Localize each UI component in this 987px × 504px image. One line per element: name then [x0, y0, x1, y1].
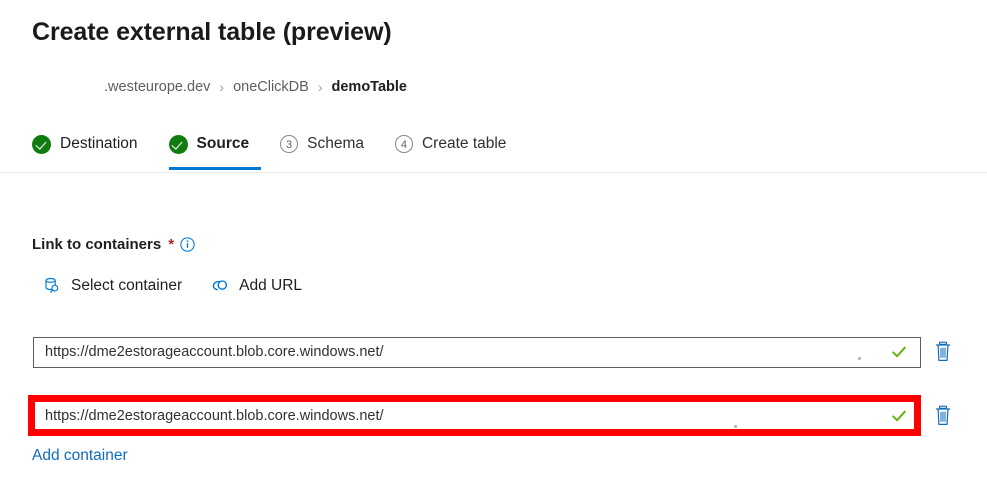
select-container-button[interactable]: Select container: [42, 276, 182, 296]
header-divider: [0, 172, 987, 173]
step-destination[interactable]: Destination: [32, 128, 150, 160]
check-circle-icon: [32, 134, 51, 154]
step-number-icon: 4: [394, 135, 413, 153]
container-url-field-wrapper[interactable]: [33, 336, 921, 368]
step-create-table-label: Create table: [421, 135, 507, 152]
container-url-input[interactable]: [34, 401, 891, 431]
select-container-icon: [42, 276, 62, 296]
redaction-mark: [858, 356, 861, 360]
step-schema[interactable]: 3 Schema: [280, 128, 376, 160]
breadcrumb-separator-icon: ›: [317, 79, 323, 95]
container-url-input[interactable]: [34, 337, 891, 367]
container-row: [0, 400, 987, 432]
select-container-label: Select container: [71, 277, 183, 294]
required-marker: *: [168, 236, 175, 253]
info-icon[interactable]: [180, 237, 195, 252]
step-source[interactable]: Source: [168, 128, 262, 170]
checkmark-icon: [891, 408, 907, 424]
link-icon: [210, 276, 230, 296]
link-to-containers-label: Link to containers: [32, 236, 162, 253]
step-create-table[interactable]: 4 Create table: [394, 128, 518, 160]
link-to-containers-label-row: Link to containers *: [32, 236, 195, 253]
breadcrumb: .westeurope.dev › oneClickDB › demoTable: [104, 79, 407, 95]
wizard-stepper: Destination Source 3 Schema 4 Create tab…: [32, 128, 518, 172]
checkmark-icon: [891, 344, 907, 360]
step-schema-label: Schema: [307, 135, 364, 152]
delete-container-button[interactable]: [932, 340, 954, 364]
step-active-indicator: [168, 167, 262, 170]
breadcrumb-separator-icon: ›: [219, 79, 225, 95]
redaction-mark: [734, 424, 737, 428]
delete-container-button[interactable]: [932, 404, 954, 428]
check-circle-icon: [168, 134, 188, 154]
container-url-field-wrapper[interactable]: [33, 400, 921, 432]
breadcrumb-item-table: demoTable: [331, 79, 407, 95]
add-url-label: Add URL: [239, 277, 303, 294]
step-destination-label: Destination: [60, 135, 138, 152]
breadcrumb-item-database[interactable]: oneClickDB: [233, 79, 309, 95]
page-title: Create external table (preview): [32, 18, 392, 46]
step-number-icon: 3: [280, 135, 299, 153]
step-source-label: Source: [196, 135, 250, 152]
breadcrumb-item-workspace[interactable]: .westeurope.dev: [104, 79, 210, 95]
container-row: [0, 336, 987, 368]
add-container-link[interactable]: Add container: [32, 447, 128, 465]
add-url-button[interactable]: Add URL: [210, 276, 302, 296]
container-actions: Select container Add URL: [42, 276, 302, 296]
